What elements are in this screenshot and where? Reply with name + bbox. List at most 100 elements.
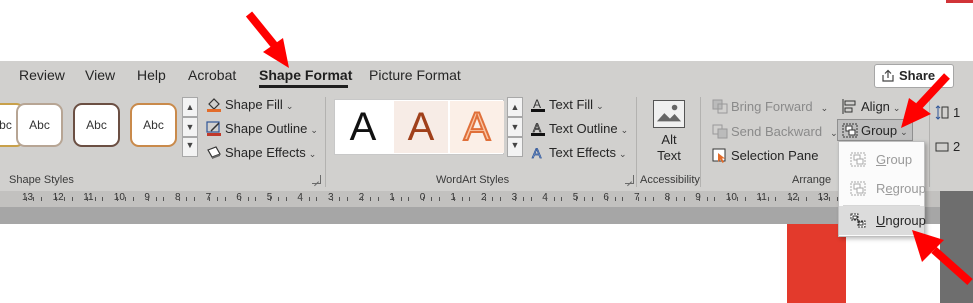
shape-fill-button[interactable]: Shape Fill ⌄ (206, 97, 293, 112)
text-fill-button[interactable]: A Text Fill ⌄ (530, 97, 604, 112)
ruler-tick (821, 197, 823, 201)
group-separator (636, 97, 637, 187)
svg-text:A: A (532, 145, 542, 160)
shape-outline-button[interactable]: Shape Outline ⌄ (206, 121, 318, 136)
ruler-tick (790, 197, 792, 201)
text-fill-icon: A (530, 97, 546, 112)
annotation-arrow-icon (245, 11, 289, 68)
wordart-gallery-more[interactable]: ▼ (507, 137, 523, 157)
tab-acrobat[interactable]: Acrobat (188, 67, 236, 83)
arrange-group-label: Arrange (792, 174, 832, 186)
shape-gallery-more[interactable]: ▼ (182, 137, 198, 157)
horizontal-ruler: 13121110987654321012345678910111213 (0, 191, 973, 207)
tab-view[interactable]: View (85, 67, 115, 83)
ruler-tick (561, 197, 563, 201)
align-button[interactable]: Align ⌄ (842, 99, 900, 114)
ruler-tick (163, 197, 165, 201)
ruler-label: 10 (113, 192, 125, 203)
ruler-label: 13 (817, 192, 829, 203)
pen-outline-icon (206, 121, 222, 136)
send-backward-button[interactable]: Send Backward ⌄ (712, 124, 838, 139)
annotation-arrow-icon (901, 73, 950, 128)
ruler-tick (828, 197, 830, 201)
share-icon (882, 69, 894, 82)
ruler-tick (767, 197, 769, 201)
ruler-tick (668, 197, 670, 201)
ribbon-tab-bar: Review View Help Acrobat Shape Format Pi… (0, 61, 973, 93)
ruler-tick (675, 197, 677, 201)
ruler-tick (622, 197, 624, 201)
ruler-tick (392, 197, 394, 201)
active-tab-indicator (259, 85, 348, 88)
ruler-tick (515, 197, 517, 201)
ruler-tick (454, 197, 456, 201)
tab-help[interactable]: Help (137, 67, 166, 83)
wordart-gallery-down[interactable]: ▼ (507, 117, 523, 137)
ruler-tick (431, 197, 433, 201)
selection-pane-button[interactable]: Selection Pane (712, 148, 818, 163)
shape-gallery-down[interactable]: ▼ (182, 117, 198, 137)
ruler-tick (40, 197, 42, 201)
ruler-tick (775, 197, 777, 201)
wordart-gallery-up[interactable]: ▲ (507, 97, 523, 117)
ruler-tick (346, 197, 348, 201)
wordart-style-brown[interactable]: A (394, 101, 448, 153)
shape-styles-group-label: Shape Styles (9, 174, 74, 186)
ruler-tick (224, 197, 226, 201)
shape-width-field[interactable]: 2 (934, 139, 960, 154)
ruler-tick (285, 197, 287, 201)
width-icon (934, 139, 950, 154)
ruler-tick (744, 197, 746, 201)
shape-style-thumb-2[interactable]: Abc (73, 103, 120, 147)
text-outline-button[interactable]: A Text Outline ⌄ (530, 121, 628, 136)
menu-item-group[interactable]: Group (839, 145, 924, 174)
shape-style-thumb-1[interactable]: Abc (16, 103, 63, 147)
wordart-style-outlined[interactable]: A (450, 101, 504, 153)
text-effects-button[interactable]: A Text Effects ⌄ (530, 145, 627, 162)
shape-effects-button[interactable]: Shape Effects ⌄ (206, 145, 316, 160)
wordart-styles-launcher[interactable] (625, 175, 634, 184)
group-objects-icon (850, 152, 866, 167)
ruler-label: 13 (22, 192, 34, 203)
ruler-tick (469, 197, 471, 201)
ruler-tick (645, 197, 647, 201)
ruler-tick (155, 197, 157, 201)
ruler-tick (33, 197, 35, 201)
group-separator (325, 97, 326, 187)
ruler-tick (805, 197, 807, 201)
ruler-tick (637, 197, 639, 201)
alt-text-icon[interactable] (653, 100, 685, 128)
shape-style-thumb-3[interactable]: Abc (130, 103, 177, 147)
tab-review[interactable]: Review (19, 67, 65, 83)
accessibility-group-label: Accessibility (640, 174, 700, 186)
ungroup-icon (850, 213, 866, 228)
ruler-tick (339, 197, 341, 201)
ruler-tick (714, 197, 716, 201)
wordart-style-black[interactable]: A (336, 101, 390, 153)
alt-text-button[interactable]: Alt Text (650, 132, 688, 164)
wordart-styles-group-label: WordArt Styles (436, 174, 510, 186)
ruler-tick (308, 197, 310, 201)
group-separator (700, 97, 701, 187)
shape-styles-launcher[interactable] (312, 175, 321, 184)
ruler-tick (270, 197, 272, 201)
ruler-tick (362, 197, 364, 201)
ruler-tick (178, 197, 180, 201)
bring-forward-button[interactable]: Bring Forward ⌄ (712, 99, 828, 114)
ruler-tick (408, 197, 410, 201)
align-icon (842, 99, 858, 114)
menu-item-regroup[interactable]: Regroup (839, 174, 926, 203)
ruler-tick (117, 197, 119, 201)
ruler-label: 12 (52, 192, 64, 203)
svg-text:A: A (533, 97, 541, 111)
paint-bucket-icon (206, 97, 222, 112)
ruler-tick (576, 197, 578, 201)
ruler-tick (530, 197, 532, 201)
ruler-tick (553, 197, 555, 201)
text-outline-icon: A (530, 121, 546, 136)
tab-picture-format[interactable]: Picture Format (369, 67, 461, 83)
ruler-tick (125, 197, 127, 201)
ruler-tick (102, 197, 104, 201)
window-corner-accent (946, 0, 973, 3)
shape-gallery-up[interactable]: ▲ (182, 97, 198, 117)
